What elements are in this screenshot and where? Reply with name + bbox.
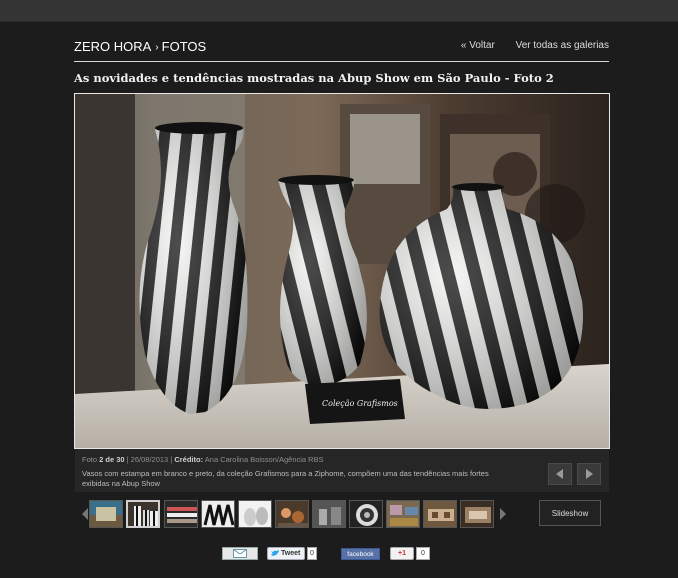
section-link[interactable]: FOTOS [162, 39, 207, 54]
photo-prefix: Foto [82, 455, 98, 464]
photo-sign-text: Coleção Grafismos [322, 399, 398, 408]
all-galleries-link[interactable]: Ver todas as galerias [516, 40, 609, 51]
thumbnail[interactable] [238, 500, 272, 528]
back-link[interactable]: « Voltar [461, 40, 495, 51]
credit-value: Ana Carolina Boisson/Agência RBS [204, 455, 324, 464]
thumbnail[interactable] [423, 500, 457, 528]
thumbnails-prev-icon[interactable] [82, 508, 88, 520]
thumbnail[interactable] [164, 500, 198, 528]
credit-label: Crédito: [174, 455, 204, 464]
gallery-header: ZERO HORA › FOTOS « Voltar Ver todas as ga… [74, 38, 609, 62]
breadcrumb-chevron-icon: › [155, 42, 159, 53]
thumbnail[interactable] [386, 500, 420, 528]
thumbnail[interactable] [460, 500, 494, 528]
previous-photo-button[interactable] [548, 463, 572, 485]
thumbnails-next-icon[interactable] [500, 508, 506, 520]
photo-meta: Foto 2 de 30 | 26/08/2013 | Crédito: Ana… [82, 455, 324, 464]
thumbnail[interactable] [312, 500, 346, 528]
arrow-right-icon [586, 469, 593, 479]
tweet-label: Tweet [281, 550, 301, 557]
gallery-title: As novidades e tendências mostradas na A… [74, 71, 554, 85]
envelope-icon [233, 549, 247, 558]
google-plus-icon: +1 [398, 550, 406, 557]
thumbnail-strip [82, 500, 512, 528]
google-plus-count: 0 [416, 547, 430, 560]
main-photo[interactable]: Coleção Grafismos [74, 93, 610, 449]
google-plus-button[interactable]: +1 [390, 547, 414, 560]
thumbnail[interactable] [89, 500, 123, 528]
photo-caption: Foto 2 de 30 | 26/08/2013 | Crédito: Ana… [75, 449, 609, 492]
photo-date: | 26/08/2013 | [126, 455, 173, 464]
facebook-share-button[interactable]: facebook [341, 548, 380, 560]
tweet-button[interactable]: Tweet [267, 547, 305, 560]
thumbnail[interactable] [201, 500, 235, 528]
photo-position: 2 de 30 [99, 455, 125, 464]
thumbnail[interactable] [275, 500, 309, 528]
header-nav: « Voltar Ver todas as galerias [461, 40, 609, 51]
thumbnail-active[interactable] [126, 500, 160, 528]
brand-link[interactable]: ZERO HORA [74, 39, 151, 54]
slideshow-button[interactable]: Slideshow [539, 500, 601, 526]
thumbnail[interactable] [349, 500, 383, 528]
photo-description: Vasos com estampa em branco e preto, da … [82, 469, 489, 488]
arrow-left-icon [556, 469, 563, 479]
browser-top-bar [0, 0, 678, 22]
breadcrumb: ZERO HORA › FOTOS [74, 39, 206, 54]
tweet-count: 0 [307, 547, 317, 560]
twitter-bird-icon [271, 550, 279, 556]
next-photo-button[interactable] [577, 463, 601, 485]
photo-illustration: Coleção Grafismos [75, 94, 609, 448]
email-share-button[interactable] [222, 547, 258, 560]
